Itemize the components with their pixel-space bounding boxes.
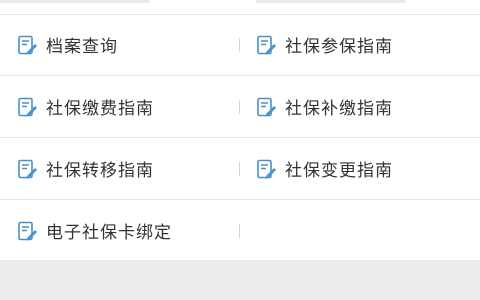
menu-item-change-guide[interactable]: 社保变更指南 — [240, 138, 480, 199]
document-icon — [256, 35, 276, 55]
document-icon — [17, 97, 37, 117]
menu-item-label: 社保参保指南 — [285, 37, 393, 57]
menu-row: 电子社保卡绑定 — [0, 200, 480, 261]
menu-item-transfer-guide[interactable]: 社保转移指南 — [0, 138, 240, 199]
menu-item-label: 社保变更指南 — [285, 161, 393, 181]
menu-item-label: 社保缴费指南 — [46, 99, 154, 119]
service-menu-grid: 档案查询 社保参保指南 社保缴费指南 社保补缴指南 社保转移指南 社保变更指南 … — [0, 14, 480, 261]
menu-item-label: 社保补缴指南 — [285, 99, 393, 119]
top-row-remnant — [0, 0, 480, 15]
document-icon — [17, 35, 37, 55]
menu-item-label: 电子社保卡绑定 — [46, 223, 172, 243]
menu-row: 档案查询 社保参保指南 — [0, 14, 480, 76]
top-row-stub-right — [256, 0, 406, 3]
menu-item-back-payment-guide[interactable]: 社保补缴指南 — [240, 76, 480, 137]
menu-item-ecard-binding[interactable]: 电子社保卡绑定 — [0, 200, 240, 261]
menu-item-empty — [240, 200, 480, 261]
menu-row: 社保转移指南 社保变更指南 — [0, 138, 480, 200]
menu-item-label: 档案查询 — [46, 37, 118, 57]
document-icon — [17, 159, 37, 179]
menu-item-label: 社保转移指南 — [46, 161, 154, 181]
menu-item-enrollment-guide[interactable]: 社保参保指南 — [240, 14, 480, 75]
document-icon — [256, 159, 276, 179]
document-icon — [17, 221, 37, 241]
top-row-stub-left — [0, 0, 150, 3]
menu-item-archive-query[interactable]: 档案查询 — [0, 14, 240, 75]
bottom-gray-band — [0, 260, 480, 300]
document-icon — [256, 97, 276, 117]
service-menu-page: 档案查询 社保参保指南 社保缴费指南 社保补缴指南 社保转移指南 社保变更指南 … — [0, 0, 480, 300]
menu-row: 社保缴费指南 社保补缴指南 — [0, 76, 480, 138]
menu-item-payment-guide[interactable]: 社保缴费指南 — [0, 76, 240, 137]
